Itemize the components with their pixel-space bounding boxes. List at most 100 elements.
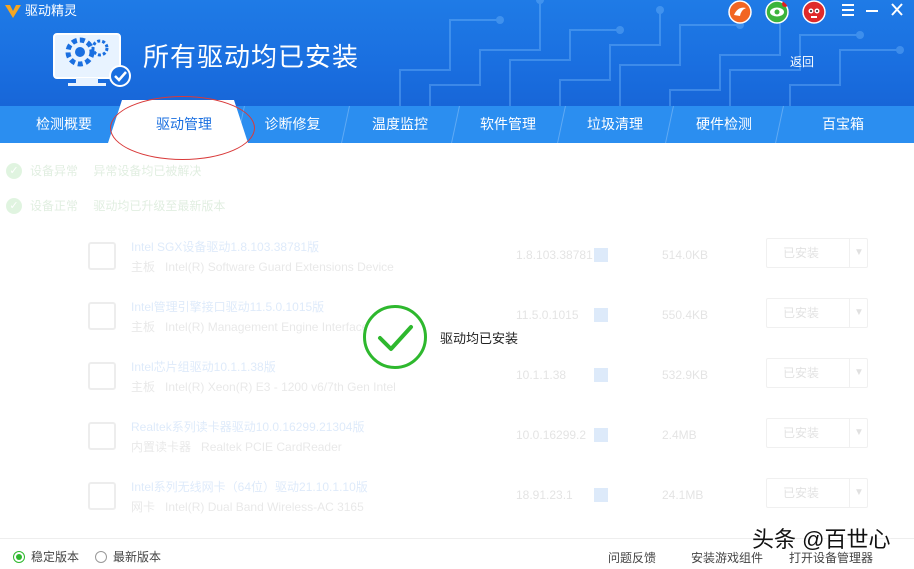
network-card-icon bbox=[88, 482, 116, 510]
chevron-down-icon[interactable]: ▼ bbox=[849, 359, 864, 387]
circuit-decoration bbox=[399, 0, 904, 106]
installed-button[interactable]: 已安装 ▼ bbox=[766, 478, 868, 508]
watermark-text: 头条 @百世心 bbox=[752, 527, 891, 552]
tab-label: 垃圾清理 bbox=[587, 116, 643, 132]
tab-label: 诊断修复 bbox=[264, 116, 321, 132]
status-text: 驱动均已升级至最新版本 bbox=[93, 198, 226, 213]
button-label: 已安装 bbox=[783, 306, 820, 320]
fox-app-icon[interactable] bbox=[728, 0, 752, 24]
driver-desc: 主板 Intel(R) Software Guard Extensions De… bbox=[131, 258, 394, 275]
stable-version-radio[interactable] bbox=[13, 551, 25, 563]
driver-desc: 主板 Intel(R) Management Engine Interface bbox=[131, 318, 368, 335]
eye-app-icon[interactable] bbox=[765, 0, 789, 24]
status-line-abnormal: ✓ 设备异常 异常设备均已被解决 bbox=[6, 160, 201, 180]
check-icon: ✓ bbox=[6, 197, 22, 214]
driver-name: Intel系列无线网卡（64位）驱动21.10.1.10版 bbox=[131, 480, 368, 494]
driver-row: Intel SGX设备驱动1.8.103.38781版 主板 Intel(R) … bbox=[84, 236, 884, 286]
chevron-down-icon[interactable]: ▼ bbox=[849, 479, 864, 507]
driver-device: Intel(R) Software Guard Extensions Devic… bbox=[165, 260, 394, 274]
version-info-icon[interactable] bbox=[594, 428, 608, 442]
all-installed-message: 驱动均已安装 bbox=[440, 331, 519, 346]
tab-label: 温度监控 bbox=[372, 116, 428, 132]
driver-size: 514.0KB bbox=[662, 248, 709, 262]
version-info-icon[interactable] bbox=[594, 368, 608, 382]
driver-type: 内置读卡器 bbox=[131, 440, 192, 454]
driver-desc: 主板 Intel(R) Xeon(R) E3 - 1200 v6/7th Gen… bbox=[131, 378, 396, 395]
version-info-icon[interactable] bbox=[594, 248, 608, 262]
check-circle-icon bbox=[363, 305, 427, 369]
checkmark-icon bbox=[378, 325, 413, 351]
driver-type: 主板 bbox=[131, 380, 156, 394]
chip-icon bbox=[88, 362, 116, 390]
monitor-gear-icon bbox=[53, 33, 131, 87]
driver-desc: 网卡 Intel(R) Dual Band Wireless-AC 3165 bbox=[131, 498, 364, 515]
installed-button[interactable]: 已安装 ▼ bbox=[766, 358, 868, 388]
page-title: 所有驱动均已安装 bbox=[143, 42, 360, 72]
driver-type: 主板 bbox=[131, 320, 156, 334]
driver-row: Intel系列无线网卡（64位）驱动21.10.1.10版 网卡 Intel(R… bbox=[84, 476, 884, 526]
driver-size: 2.4MB bbox=[662, 428, 697, 442]
driver-device: Intel(R) Xeon(R) E3 - 1200 v6/7th Gen In… bbox=[165, 380, 396, 394]
version-info-icon[interactable] bbox=[594, 308, 608, 322]
button-label: 已安装 bbox=[783, 366, 820, 380]
close-icon[interactable] bbox=[887, 1, 907, 19]
driver-size: 550.4KB bbox=[662, 308, 709, 322]
installed-button[interactable]: 已安装 ▼ bbox=[766, 418, 868, 448]
app-name: 驱动精灵 bbox=[25, 3, 78, 18]
button-label: 已安装 bbox=[783, 486, 820, 500]
chevron-down-icon[interactable]: ▼ bbox=[849, 239, 864, 267]
app-logo-icon bbox=[5, 5, 21, 18]
stable-version-label[interactable]: 稳定版本 bbox=[31, 549, 79, 565]
installed-button[interactable]: 已安装 ▼ bbox=[766, 298, 868, 328]
chevron-down-icon[interactable]: ▼ bbox=[849, 299, 864, 327]
chip-icon bbox=[88, 242, 116, 270]
card-reader-icon bbox=[88, 422, 116, 450]
driver-row: Realtek系列读卡器驱动10.0.16299.21304版 内置读卡器 Re… bbox=[84, 416, 884, 466]
feedback-link[interactable]: 问题反馈 bbox=[608, 550, 656, 566]
status-text: 异常设备均已被解决 bbox=[93, 163, 202, 178]
driver-name: Intel管理引擎接口驱动11.5.0.1015版 bbox=[131, 300, 325, 314]
tab-repair[interactable]: 诊断修复 bbox=[240, 106, 345, 143]
driver-name: Intel SGX设备驱动1.8.103.38781版 bbox=[131, 240, 320, 254]
driver-name: Intel芯片组驱动10.1.1.38版 bbox=[131, 360, 276, 374]
driver-type: 网卡 bbox=[131, 500, 156, 514]
latest-version-label[interactable]: 最新版本 bbox=[113, 549, 161, 565]
driver-desc: 内置读卡器 Realtek PCIE CardReader bbox=[131, 438, 342, 455]
latest-version-radio[interactable] bbox=[95, 551, 107, 563]
status-title: 设备正常 bbox=[30, 198, 79, 213]
driver-type: 主板 bbox=[131, 260, 156, 274]
button-label: 已安装 bbox=[783, 426, 820, 440]
driver-device: Intel(R) Management Engine Interface bbox=[165, 320, 369, 334]
driver-name: Realtek系列读卡器驱动10.0.16299.21304版 bbox=[131, 420, 365, 434]
back-link[interactable]: 返回 bbox=[790, 54, 814, 70]
tab-label: 硬件检测 bbox=[696, 116, 752, 132]
chip-icon bbox=[88, 302, 116, 330]
driver-device: Realtek PCIE CardReader bbox=[201, 440, 342, 454]
tab-label: 软件管理 bbox=[480, 116, 536, 132]
driver-version: 1.8.103.38781 bbox=[516, 248, 593, 262]
tab-cleanup[interactable]: 垃圾清理 bbox=[561, 106, 669, 143]
driver-version: 10.1.1.38 bbox=[516, 368, 567, 382]
monster-app-icon[interactable] bbox=[802, 0, 826, 24]
status-title: 设备异常 bbox=[30, 163, 79, 178]
driver-version: 10.0.16299.2 bbox=[516, 428, 587, 442]
driver-size: 24.1MB bbox=[662, 488, 704, 502]
driver-size: 532.9KB bbox=[662, 368, 709, 382]
tab-hardware[interactable]: 硬件检测 bbox=[669, 106, 779, 143]
driver-device: Intel(R) Dual Band Wireless-AC 3165 bbox=[165, 500, 364, 514]
chevron-down-icon[interactable]: ▼ bbox=[849, 419, 864, 447]
status-line-normal: ✓ 设备正常 驱动均已升级至最新版本 bbox=[6, 195, 225, 215]
driver-version: 11.5.0.1015 bbox=[516, 308, 579, 322]
tab-software[interactable]: 软件管理 bbox=[455, 106, 561, 143]
tab-label: 百宝箱 bbox=[822, 116, 864, 132]
tab-temperature[interactable]: 温度监控 bbox=[345, 106, 455, 143]
version-info-icon[interactable] bbox=[594, 488, 608, 502]
menu-icon[interactable] bbox=[838, 1, 858, 19]
minimize-icon[interactable] bbox=[862, 1, 882, 19]
installed-button[interactable]: 已安装 ▼ bbox=[766, 238, 868, 268]
tab-label: 检测概要 bbox=[36, 116, 92, 132]
button-label: 已安装 bbox=[783, 246, 820, 260]
tab-toolbox[interactable]: 百宝箱 bbox=[779, 106, 907, 143]
tab-overview[interactable]: 检测概要 bbox=[0, 106, 128, 143]
header-banner: 驱动精灵 所有驱动均已安装 返回 bbox=[0, 0, 914, 106]
